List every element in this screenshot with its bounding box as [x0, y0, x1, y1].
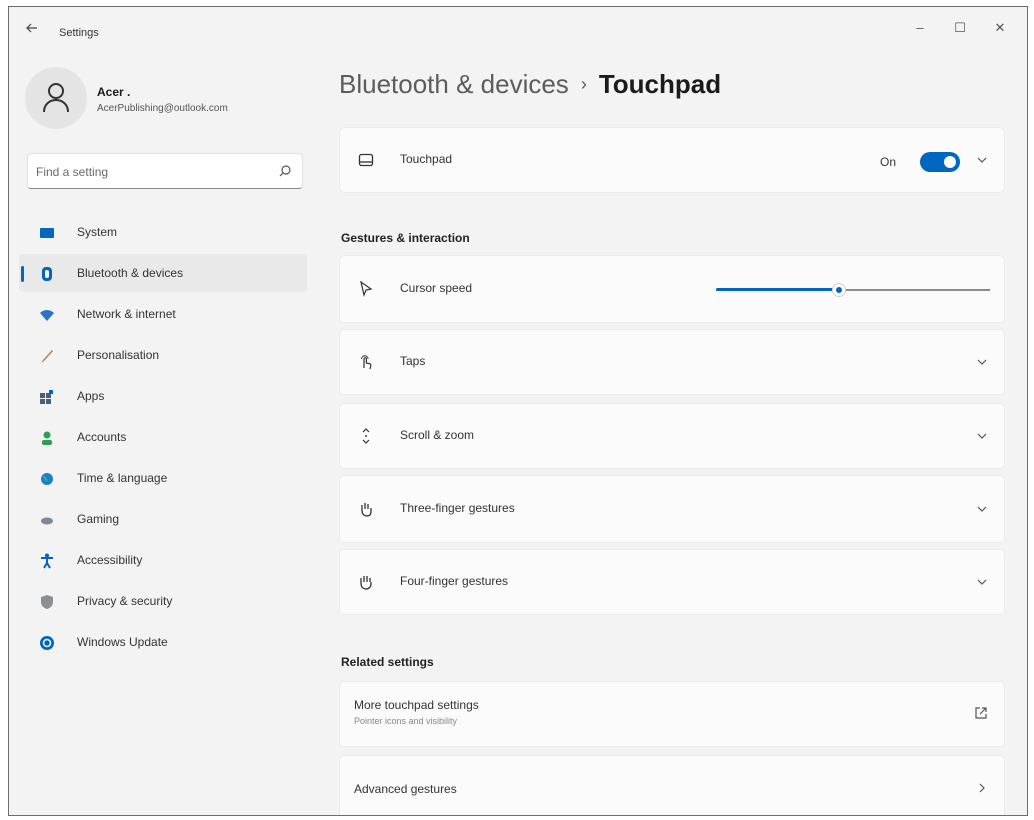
breadcrumb-parent[interactable]: Bluetooth & devices: [339, 69, 569, 99]
sidebar-item-label: Time & language: [77, 471, 168, 485]
cursor-speed-slider[interactable]: [716, 283, 990, 297]
globe-clock-icon: [41, 473, 53, 485]
three-finger-label: Three-finger gestures: [400, 501, 515, 515]
sidebar-item-label: Bluetooth & devices: [77, 266, 184, 280]
sidebar-item-label: Personalisation: [77, 348, 160, 362]
sidebar-item-accounts[interactable]: Accounts: [19, 418, 307, 456]
more-touchpad-settings-subtitle: Pointer icons and visibility: [354, 716, 458, 726]
scroll-zoom-label: Scroll & zoom: [400, 428, 475, 442]
sidebar-item-personalisation[interactable]: Personalisation: [19, 336, 307, 374]
more-touchpad-settings-card[interactable]: More touchpad settings Pointer icons and…: [339, 681, 1005, 747]
chevron-down-icon[interactable]: [976, 356, 988, 368]
sidebar-item-accessibility[interactable]: Accessibility: [19, 541, 307, 579]
system-icon: [40, 228, 54, 238]
taps-label: Taps: [400, 354, 426, 368]
four-finger-label: Four-finger gestures: [400, 574, 509, 588]
chevron-down-icon[interactable]: [976, 576, 988, 588]
toggle-state-text: On: [879, 155, 896, 169]
open-external-icon: [975, 707, 987, 719]
accessibility-icon: [41, 553, 53, 569]
selection-indicator: [21, 266, 24, 282]
profile-name: Acer .: [97, 85, 131, 99]
touchpad-label: Touchpad: [400, 152, 453, 166]
brush-icon: [41, 350, 53, 363]
page-title: Touchpad: [598, 69, 722, 99]
shield-icon: [41, 595, 53, 609]
four-finger-card[interactable]: Four-finger gestures: [339, 549, 1005, 615]
chevron-down-icon[interactable]: [976, 430, 988, 442]
advanced-gestures-title: Advanced gestures: [354, 782, 457, 796]
three-finger-card[interactable]: Three-finger gestures: [339, 475, 1005, 543]
breadcrumb: Bluetooth & devices › Touchpad: [339, 69, 721, 100]
sidebar-item-gaming[interactable]: Gaming: [19, 500, 307, 538]
back-button[interactable]: [23, 21, 41, 39]
touchpad-card[interactable]: Touchpad On: [339, 127, 1005, 193]
cursor-icon: [360, 281, 373, 297]
app-title: Settings: [59, 27, 99, 39]
person-icon: [43, 83, 69, 113]
title-bar: Settings – ☐ ✕: [9, 7, 1027, 53]
sidebar-item-system[interactable]: System: [19, 213, 307, 251]
sidebar-item-label: System: [77, 225, 118, 239]
sidebar-nav: System Bluetooth & devices Network & int…: [19, 213, 307, 664]
sidebar-item-network[interactable]: Network & internet: [19, 295, 307, 333]
sidebar-item-privacy[interactable]: Privacy & security: [19, 582, 307, 620]
chevron-down-icon[interactable]: [976, 503, 988, 515]
update-icon: [40, 636, 54, 650]
advanced-gestures-card[interactable]: Advanced gestures: [339, 755, 1005, 815]
sidebar-item-windows-update[interactable]: Windows Update: [19, 623, 307, 661]
chevron-right-icon: [979, 783, 985, 793]
slider-thumb[interactable]: [832, 283, 847, 297]
bluetooth-icon: [42, 267, 52, 281]
search-box[interactable]: [27, 153, 303, 189]
wifi-icon: [40, 310, 54, 321]
minimize-button[interactable]: –: [903, 17, 937, 39]
profile-email: AcerPublishing@outlook.com: [97, 103, 228, 114]
cursor-speed-label: Cursor speed: [400, 281, 473, 295]
breadcrumb-separator: ›: [580, 74, 587, 94]
more-touchpad-settings-title: More touchpad settings: [354, 698, 479, 712]
settings-window: Settings – ☐ ✕ Acer . AcerPublishing@out…: [8, 6, 1028, 816]
search-icon[interactable]: [278, 164, 292, 178]
section-title-gestures: Gestures & interaction: [341, 231, 470, 245]
person-icon: [42, 431, 52, 445]
scroll-zoom-card[interactable]: Scroll & zoom: [339, 403, 1005, 469]
sidebar-item-label: Apps: [77, 389, 105, 403]
touchpad-icon: [358, 153, 374, 167]
three-finger-hand-icon: [361, 503, 372, 517]
cursor-speed-card: Cursor speed: [339, 255, 1005, 323]
taps-card[interactable]: Taps: [339, 329, 1005, 395]
four-finger-hand-icon: [360, 576, 372, 590]
hand-tap-icon: [361, 355, 372, 370]
sidebar-item-label: Accessibility: [77, 553, 143, 567]
section-title-related: Related settings: [341, 655, 434, 669]
search-input[interactable]: [36, 162, 266, 182]
sidebar-item-label: Windows Update: [77, 635, 168, 649]
sidebar-item-apps[interactable]: Apps: [19, 377, 307, 415]
sidebar-item-label: Accounts: [77, 430, 127, 444]
sidebar-item-time-language[interactable]: Time & language: [19, 459, 307, 497]
close-button[interactable]: ✕: [983, 17, 1017, 39]
sidebar-item-label: Network & internet: [77, 307, 176, 321]
back-arrow-icon: [26, 23, 37, 33]
gamepad-icon: [41, 517, 53, 525]
maximize-button[interactable]: ☐: [943, 17, 977, 39]
sidebar-item-label: Gaming: [77, 512, 120, 526]
sidebar-item-label: Privacy & security: [77, 594, 173, 608]
touchpad-toggle[interactable]: [920, 152, 960, 172]
apps-icon: [40, 390, 53, 404]
slider-fill: [716, 288, 840, 291]
scroll-icon: [362, 428, 370, 444]
sidebar-item-bluetooth[interactable]: Bluetooth & devices: [19, 254, 307, 292]
chevron-down-icon[interactable]: [976, 154, 988, 166]
toggle-knob: [944, 156, 956, 168]
avatar: [25, 67, 87, 129]
